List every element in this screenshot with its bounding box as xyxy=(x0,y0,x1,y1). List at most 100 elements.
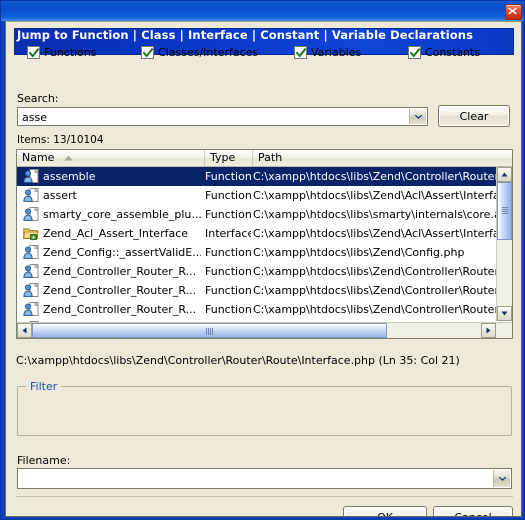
checkmark-icon xyxy=(28,47,39,58)
table-row[interactable]: smarty_core_assemble_plu... Function C:\xa… xyxy=(17,205,512,224)
sort-ascending-glyph xyxy=(64,155,73,161)
function-icon xyxy=(23,264,39,278)
selected-item-path: C:\xampp\htdocs\libs\Zend\Controller\Rou… xyxy=(16,354,460,367)
ok-button[interactable]: OK xyxy=(343,506,427,516)
cell-path: C:\xampp\htdocs\libs\Zend\Config.php xyxy=(253,246,465,259)
table-row[interactable]: Zend_Controller_Router_R... FunctionC:\xa… xyxy=(17,300,512,319)
list-body: assemble Function C:\xampp\htdocs\libs\Zen… xyxy=(17,167,512,338)
vertical-scroll-thumb[interactable] xyxy=(497,182,512,240)
filter-checkbox-variables[interactable]: Variables xyxy=(294,46,361,59)
cell-path: C:\xampp\htdocs\libs\smarty\internals\co… xyxy=(253,208,506,221)
filter-checkbox-functions[interactable]: Functions xyxy=(27,46,97,59)
cell-type: Function xyxy=(205,189,251,202)
cell-name-label: smarty_core_assemble_plu... xyxy=(43,208,201,221)
page-title: Jump to Function | Class | Interface | C… xyxy=(17,28,474,42)
cell-name-label: Zend_Controller_Router_R... xyxy=(43,265,197,278)
cell-path: C:\xampp\htdocs\libs\Zend\Controller\Rou… xyxy=(253,170,506,183)
cell-name-label: Zend_Config::_assertValidE... xyxy=(43,246,201,259)
chevron-down-glyph xyxy=(414,114,422,119)
checkbox-label: Functions xyxy=(44,46,97,59)
filename-input[interactable] xyxy=(17,468,512,489)
scroll-grip-icon xyxy=(502,207,508,215)
items-count-label: Items: 13/10104 xyxy=(17,134,104,146)
filter-group-title: Filter xyxy=(26,380,62,393)
checkbox-box[interactable] xyxy=(27,46,40,59)
checkmark-icon xyxy=(142,47,153,58)
chevron-down-glyph xyxy=(498,476,506,481)
chevron-down-icon[interactable] xyxy=(497,306,512,321)
sort-ascending-icon xyxy=(64,150,73,166)
cell-name: Zend_Controller_Router_R... xyxy=(21,262,201,281)
column-header-name[interactable]: Name xyxy=(17,150,205,166)
checkbox-box[interactable] xyxy=(408,46,421,59)
checkbox-label: Classes/Interfaces xyxy=(158,46,259,59)
chevron-right-glyph xyxy=(486,327,491,334)
close-glyph xyxy=(508,7,517,15)
chevron-right-icon[interactable] xyxy=(481,323,496,338)
cell-name: Zend_Controller_Router_R... xyxy=(21,300,201,319)
close-icon[interactable] xyxy=(505,4,522,20)
chevron-up-icon[interactable] xyxy=(497,167,512,182)
search-input[interactable]: asse xyxy=(17,107,428,126)
checkmark-icon xyxy=(409,47,420,58)
cell-path: C:\xampp\htdocs\libs\Zend\Acl\Assert\Int… xyxy=(253,189,506,202)
clear-button[interactable]: Clear xyxy=(438,105,510,127)
chevron-up-glyph xyxy=(501,172,508,177)
filter-checkbox-classes-interfaces[interactable]: Classes/Interfaces xyxy=(141,46,258,59)
scroll-grip-icon xyxy=(205,328,214,335)
cell-type: Function xyxy=(205,208,251,221)
column-header-type[interactable]: Type xyxy=(205,150,253,166)
cell-name: assert xyxy=(21,186,201,205)
cell-type: Function xyxy=(205,265,251,278)
function-icon xyxy=(23,188,39,202)
cell-type: Function xyxy=(205,284,251,297)
list-horizontal-scrollbar[interactable] xyxy=(17,322,512,338)
column-header-name-label: Name xyxy=(22,151,55,164)
filename-label: Filename: xyxy=(17,454,71,467)
declarations-list[interactable]: Name Type Path assemble Function C:\xampp\… xyxy=(16,149,513,339)
cancel-button[interactable]: Cancel xyxy=(433,506,513,516)
table-row[interactable]: Zend_Config::_assertValidE... Function C:\… xyxy=(17,243,512,262)
list-vertical-scrollbar[interactable] xyxy=(496,167,512,321)
cell-name-label: assemble xyxy=(43,170,96,183)
cell-name: Zend_Acl_Assert_Interface xyxy=(21,224,201,243)
dialog-client-area: Jump to Function | Class | Interface | C… xyxy=(5,21,522,517)
cell-type: Interface xyxy=(205,227,251,240)
filter-checkbox-constants[interactable]: Constants xyxy=(408,46,480,59)
cell-type: Function xyxy=(205,303,251,316)
checkbox-label: Constants xyxy=(425,46,481,59)
chevron-down-glyph xyxy=(501,311,508,316)
function-icon xyxy=(23,207,39,221)
filter-group: Filter xyxy=(17,380,512,436)
column-header-path[interactable]: Path xyxy=(253,150,512,166)
cell-name-label: Zend_Controller_Router_R... xyxy=(43,284,197,297)
list-header-row: Name Type Path xyxy=(17,150,512,167)
cell-path: C:\xampp\htdocs\libs\Zend\Controller\Rou… xyxy=(253,284,506,297)
cell-type: Function xyxy=(205,246,251,259)
function-icon xyxy=(23,283,39,297)
window-titlebar[interactable] xyxy=(1,1,524,21)
function-icon xyxy=(23,302,39,316)
table-row[interactable]: Zend_Controller_Router_R... FunctionC:\xa… xyxy=(17,262,512,281)
table-row[interactable]: assemble Function C:\xampp\htdocs\libs\Zen… xyxy=(17,167,512,186)
table-row[interactable]: assert Function C:\xampp\htdocs\libs\Zend\… xyxy=(17,186,512,205)
cell-name: smarty_core_assemble_plu... xyxy=(21,205,201,224)
table-row[interactable]: Zend_Acl_Assert_Interface Interface C:\xam… xyxy=(17,224,512,243)
checkmark-icon xyxy=(295,47,306,58)
table-row[interactable]: Zend_Controller_Router_R... FunctionC:\xa… xyxy=(17,281,512,300)
search-label: Search: xyxy=(17,92,59,105)
chevron-left-icon[interactable] xyxy=(17,323,32,338)
search-input-value: asse xyxy=(22,111,47,124)
chevron-down-icon[interactable] xyxy=(493,470,510,487)
button-separator xyxy=(16,496,513,497)
checkbox-box[interactable] xyxy=(141,46,154,59)
chevron-left-glyph xyxy=(22,327,27,334)
cell-name: Zend_Controller_Router_R... xyxy=(21,281,201,300)
function-icon xyxy=(23,169,39,183)
horizontal-scroll-thumb[interactable] xyxy=(32,323,387,338)
cell-name: Zend_Config::_assertValidE... xyxy=(21,243,201,262)
checkbox-box[interactable] xyxy=(294,46,307,59)
function-icon xyxy=(23,245,39,259)
chevron-down-icon[interactable] xyxy=(409,109,426,124)
cell-name-label: Zend_Controller_Router_R... xyxy=(43,303,197,316)
